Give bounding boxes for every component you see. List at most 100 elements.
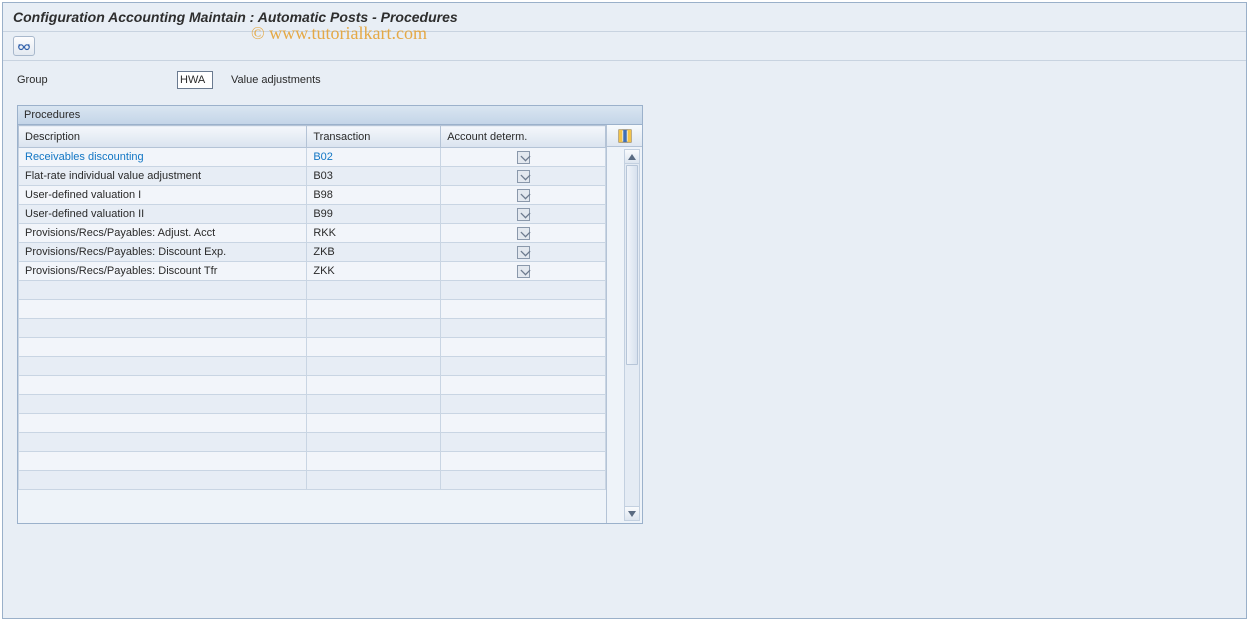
cell-description[interactable]: Provisions/Recs/Payables: Discount Tfr (19, 262, 307, 281)
table-row[interactable]: Receivables discountingB02 (19, 148, 606, 167)
cell-empty (19, 471, 307, 490)
cell-empty (19, 319, 307, 338)
cell-account-determ[interactable] (441, 186, 606, 205)
col-header-transaction[interactable]: Transaction (307, 126, 441, 148)
checkbox-checked-icon[interactable] (517, 246, 530, 259)
checkbox-checked-icon[interactable] (517, 189, 530, 202)
table-row[interactable]: User-defined valuation IB98 (19, 186, 606, 205)
cell-empty (307, 376, 441, 395)
cell-transaction[interactable]: ZKB (307, 243, 441, 262)
cell-empty (441, 376, 606, 395)
cell-transaction[interactable]: B99 (307, 205, 441, 224)
cell-empty (19, 395, 307, 414)
scroll-track[interactable] (625, 164, 639, 506)
form-area: Group HWA Value adjustments Procedures D… (3, 61, 1246, 538)
cell-description[interactable]: Provisions/Recs/Payables: Adjust. Acct (19, 224, 307, 243)
col-header-description[interactable]: Description (19, 126, 307, 148)
cell-description[interactable]: Flat-rate individual value adjustment (19, 167, 307, 186)
cell-description[interactable]: Receivables discounting (19, 148, 307, 167)
table-main: Description Transaction Account determ. … (18, 125, 606, 523)
checkbox-checked-icon[interactable] (517, 151, 530, 164)
table-row[interactable]: Flat-rate individual value adjustmentB03 (19, 167, 606, 186)
cell-empty (307, 452, 441, 471)
cell-empty (19, 414, 307, 433)
cell-transaction[interactable]: B02 (307, 148, 441, 167)
cell-empty (307, 395, 441, 414)
table-config-button[interactable] (607, 125, 642, 147)
cell-transaction[interactable]: B03 (307, 167, 441, 186)
cell-description[interactable]: User-defined valuation I (19, 186, 307, 205)
cell-description[interactable]: User-defined valuation II (19, 205, 307, 224)
table-row-empty[interactable] (19, 471, 606, 490)
table-row-empty[interactable] (19, 300, 606, 319)
checkbox-checked-icon[interactable] (517, 227, 530, 240)
group-row: Group HWA Value adjustments (17, 71, 1232, 89)
cell-empty (441, 338, 606, 357)
cell-empty (19, 300, 307, 319)
cell-account-determ[interactable] (441, 167, 606, 186)
cell-empty (441, 433, 606, 452)
cell-transaction[interactable]: ZKK (307, 262, 441, 281)
group-input[interactable]: HWA (177, 71, 213, 89)
cell-empty (441, 414, 606, 433)
table-row-empty[interactable] (19, 376, 606, 395)
cell-empty (307, 281, 441, 300)
checkbox-checked-icon[interactable] (517, 208, 530, 221)
cell-account-determ[interactable] (441, 148, 606, 167)
page-title: Configuration Accounting Maintain : Auto… (3, 3, 1246, 32)
table-right-strip (606, 125, 642, 523)
scroll-thumb[interactable] (626, 165, 638, 365)
group-description: Value adjustments (231, 74, 321, 86)
toolbar (3, 32, 1246, 61)
table-row-empty[interactable] (19, 414, 606, 433)
cell-description[interactable]: Provisions/Recs/Payables: Discount Exp. (19, 243, 307, 262)
cell-empty (441, 281, 606, 300)
cell-account-determ[interactable] (441, 205, 606, 224)
glasses-overview-button[interactable] (13, 36, 35, 56)
cell-empty (19, 452, 307, 471)
checkbox-checked-icon[interactable] (517, 170, 530, 183)
procedures-table: Description Transaction Account determ. … (18, 125, 606, 490)
cell-empty (441, 357, 606, 376)
cell-empty (307, 414, 441, 433)
cell-empty (307, 300, 441, 319)
cell-transaction[interactable]: B98 (307, 186, 441, 205)
checkbox-checked-icon[interactable] (517, 265, 530, 278)
table-wrap: Description Transaction Account determ. … (18, 125, 642, 523)
cell-empty (19, 357, 307, 376)
vertical-scrollbar[interactable] (624, 149, 640, 521)
table-row[interactable]: User-defined valuation IIB99 (19, 205, 606, 224)
table-row[interactable]: Provisions/Recs/Payables: Discount Exp.Z… (19, 243, 606, 262)
table-row-empty[interactable] (19, 357, 606, 376)
cell-transaction[interactable]: RKK (307, 224, 441, 243)
cell-empty (19, 433, 307, 452)
cell-account-determ[interactable] (441, 224, 606, 243)
table-row[interactable]: Provisions/Recs/Payables: Adjust. AcctRK… (19, 224, 606, 243)
cell-empty (307, 357, 441, 376)
table-row-empty[interactable] (19, 452, 606, 471)
cell-empty (19, 338, 307, 357)
cell-empty (19, 376, 307, 395)
cell-empty (307, 471, 441, 490)
cell-empty (441, 452, 606, 471)
table-row-empty[interactable] (19, 319, 606, 338)
group-label: Group (17, 74, 167, 86)
cell-empty (307, 319, 441, 338)
table-row-empty[interactable] (19, 338, 606, 357)
app-window: Configuration Accounting Maintain : Auto… (2, 2, 1247, 619)
cell-empty (441, 300, 606, 319)
table-row-empty[interactable] (19, 281, 606, 300)
col-header-account-determ[interactable]: Account determ. (441, 126, 606, 148)
cell-empty (441, 319, 606, 338)
table-row-empty[interactable] (19, 433, 606, 452)
scroll-down-button[interactable] (625, 506, 639, 520)
cell-account-determ[interactable] (441, 262, 606, 281)
cell-empty (441, 395, 606, 414)
table-row-empty[interactable] (19, 395, 606, 414)
cell-empty (441, 471, 606, 490)
glasses-icon (17, 39, 31, 53)
cell-empty (307, 338, 441, 357)
table-row[interactable]: Provisions/Recs/Payables: Discount TfrZK… (19, 262, 606, 281)
cell-account-determ[interactable] (441, 243, 606, 262)
scroll-up-button[interactable] (625, 150, 639, 164)
